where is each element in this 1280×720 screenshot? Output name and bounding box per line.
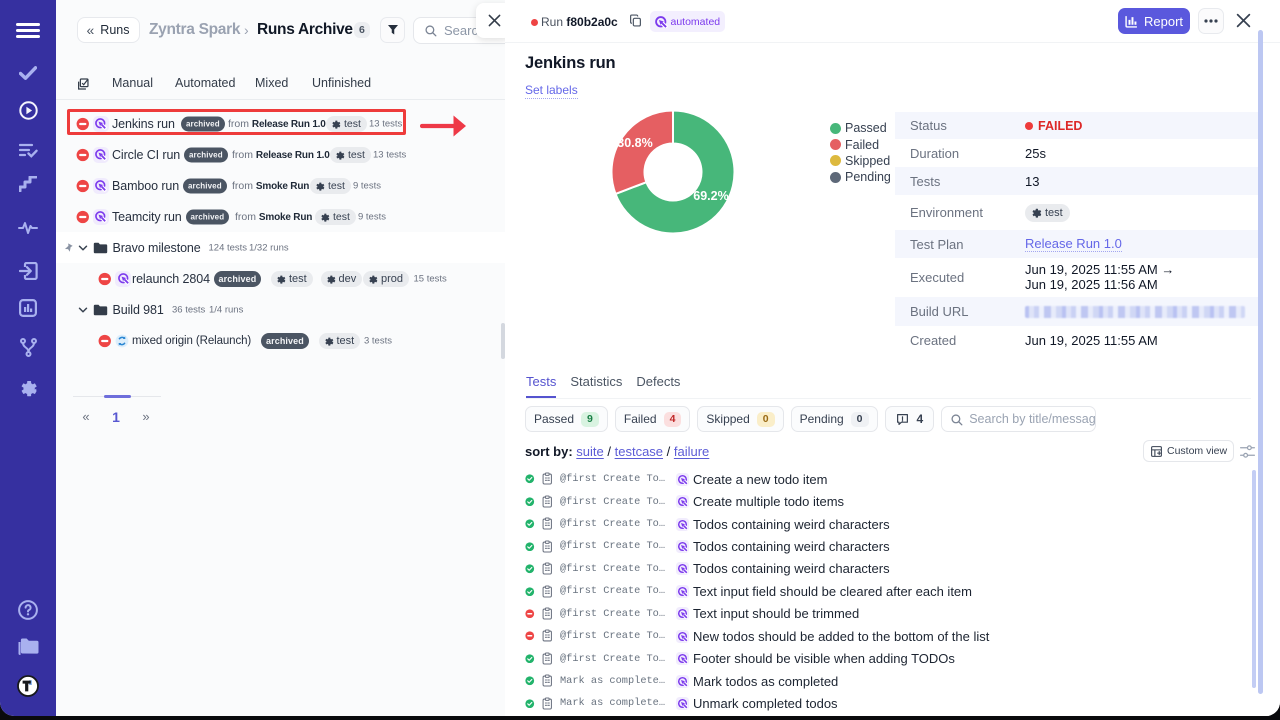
svg-text:30.8%: 30.8% [617,136,652,150]
svg-text:69.2%: 69.2% [693,189,728,203]
